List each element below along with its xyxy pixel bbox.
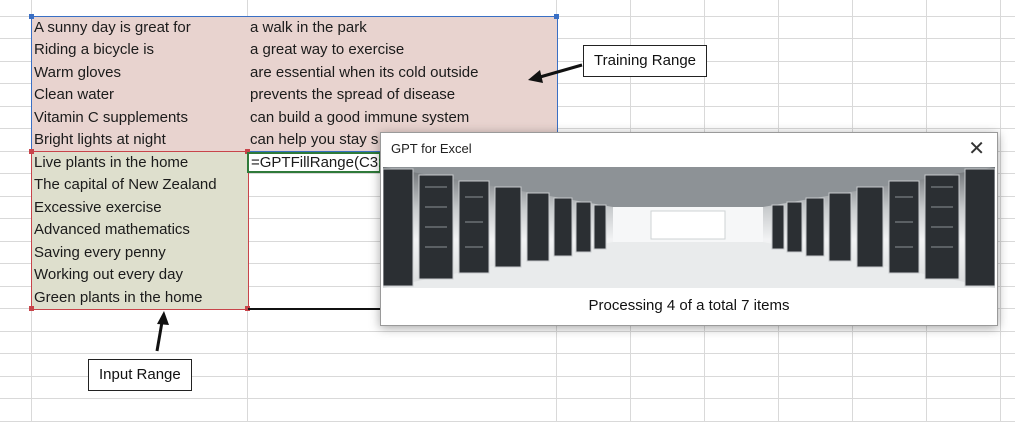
dialog-title: GPT for Excel xyxy=(391,141,472,156)
training-range-arrow xyxy=(528,63,583,83)
processing-status: Processing 4 of a total 7 items xyxy=(588,297,790,314)
close-icon[interactable]: ✕ xyxy=(968,137,985,161)
training-range-callout: Training Range xyxy=(583,45,708,77)
server-room-image xyxy=(383,167,995,288)
input-range-arrow xyxy=(155,311,169,352)
input-range-callout: Input Range xyxy=(88,359,192,391)
gpt-for-excel-dialog: GPT for Excel ✕ Processing 4 of a total … xyxy=(380,132,998,326)
